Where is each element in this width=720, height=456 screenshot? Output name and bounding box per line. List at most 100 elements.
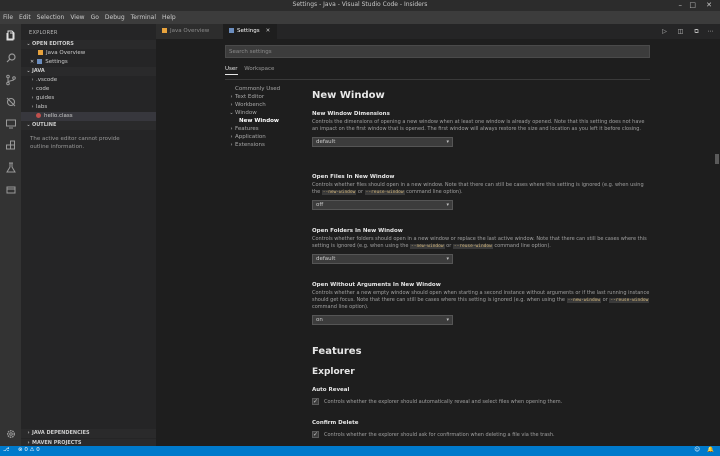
- code-flag: --new-window: [566, 298, 602, 303]
- folder-item-hello-class[interactable]: hello.class: [21, 112, 156, 121]
- debug-icon[interactable]: [3, 94, 18, 109]
- tab-settings[interactable]: Settings ✕: [223, 24, 277, 39]
- docker-icon[interactable]: [3, 182, 18, 197]
- files-icon[interactable]: [3, 28, 18, 43]
- open-without-arguments-select[interactable]: on ▾: [312, 315, 453, 325]
- close-icon[interactable]: ✕: [30, 59, 34, 65]
- code-flag: --reuse-window: [452, 244, 493, 249]
- feedback-icon[interactable]: ☺: [694, 447, 700, 453]
- code-flag: --reuse-window: [609, 298, 650, 303]
- code-flag: --reuse-window: [364, 190, 405, 195]
- test-icon[interactable]: [3, 160, 18, 175]
- settings-search-input[interactable]: Search settings: [225, 45, 650, 58]
- menu-debug[interactable]: Debug: [105, 14, 125, 21]
- confirm-delete-checkbox[interactable]: ✓: [312, 431, 319, 438]
- close-icon[interactable]: ✕: [266, 28, 271, 34]
- toc-application[interactable]: › Application: [228, 133, 308, 141]
- chevron-right-icon: ›: [230, 102, 233, 108]
- chevron-right-icon: ›: [31, 77, 34, 83]
- toc-new-window[interactable]: New Window: [228, 117, 308, 125]
- menu-selection[interactable]: Selection: [37, 14, 65, 21]
- split-editor-icon[interactable]: ◫: [676, 27, 685, 36]
- folder-item-vscode[interactable]: › .vscode: [21, 76, 156, 85]
- editor-scrollbar[interactable]: [714, 39, 720, 446]
- activity-bar: [0, 24, 21, 446]
- scrollbar-thumb[interactable]: [715, 154, 719, 164]
- setting-title: New Window Dimensions: [312, 111, 390, 117]
- auto-reveal-row: ✓ Controls whether the explorer should au…: [312, 398, 657, 405]
- setting-open-without-arguments: Open Without Arguments In New Window Con…: [312, 282, 657, 325]
- open-editor-item-java-overview[interactable]: Java Overview: [21, 49, 156, 58]
- settings-gear-icon[interactable]: [3, 426, 18, 441]
- remote-status-icon[interactable]: ⎇: [3, 447, 9, 453]
- section-heading-new-window: New Window: [312, 90, 385, 101]
- toc-extensions[interactable]: › Extensions: [228, 141, 308, 149]
- more-actions-icon[interactable]: ⋯: [706, 27, 715, 36]
- setting-title: Open Files In New Window: [312, 174, 395, 180]
- class-file-icon: [36, 113, 41, 118]
- chevron-right-icon: ›: [230, 126, 233, 132]
- minimize-button[interactable]: –: [679, 1, 683, 10]
- toc-label: Window: [235, 110, 257, 116]
- java-dependencies-header[interactable]: › JAVA DEPENDENCIES: [21, 429, 156, 438]
- menu-file[interactable]: File: [3, 14, 13, 21]
- chevron-down-icon: ▾: [446, 202, 449, 208]
- tab-label: Settings: [237, 28, 260, 34]
- extensions-icon[interactable]: [3, 138, 18, 153]
- open-folders-in-new-window-select[interactable]: default ▾: [312, 254, 453, 264]
- open-editor-item-settings[interactable]: ✕ Settings: [21, 58, 156, 67]
- toc-label: Text Editor: [235, 94, 265, 100]
- desc-text: or: [356, 189, 365, 195]
- toc-window[interactable]: ⌄Window: [228, 109, 308, 117]
- folder-item-label: code: [36, 86, 50, 92]
- run-icon[interactable]: ▷: [660, 27, 669, 36]
- menu-edit[interactable]: Edit: [19, 14, 31, 21]
- folder-header-java[interactable]: ⌄JAVA: [21, 67, 156, 76]
- outline-header[interactable]: ⌄OUTLINE: [21, 121, 156, 130]
- open-editor-label: Settings: [45, 59, 68, 65]
- settings-toc: Commonly Used › Text Editor › Workbench ⌄W…: [228, 85, 308, 149]
- toc-workbench[interactable]: › Workbench: [228, 101, 308, 109]
- chevron-down-icon: ▾: [446, 256, 449, 262]
- auto-reveal-checkbox[interactable]: ✓: [312, 398, 319, 405]
- toc-commonly-used[interactable]: Commonly Used: [228, 85, 308, 93]
- toc-features[interactable]: › Features: [228, 125, 308, 133]
- new-window-dimensions-select[interactable]: default ▾: [312, 137, 453, 147]
- source-control-icon[interactable]: [3, 72, 18, 87]
- tab-java-overview[interactable]: Java Overview: [156, 24, 223, 39]
- notifications-bell-icon[interactable]: 🔔: [707, 447, 714, 453]
- remote-explorer-icon[interactable]: [3, 116, 18, 131]
- chevron-right-icon: ›: [31, 104, 34, 110]
- setting-description: Controls whether a new empty window shou…: [312, 290, 652, 311]
- explorer-sidebar: EXPLORER ⌄OPEN EDITORS Java Overview ✕ Se…: [21, 24, 156, 448]
- search-icon[interactable]: [3, 50, 18, 65]
- menu-help[interactable]: Help: [162, 14, 176, 21]
- tab-workspace-settings[interactable]: Workspace: [244, 66, 274, 72]
- folder-item-labs[interactable]: › labs: [21, 103, 156, 112]
- folder-item-guides[interactable]: › guides: [21, 94, 156, 103]
- setting-title: Confirm Delete: [312, 420, 359, 426]
- desc-text: or: [444, 243, 453, 249]
- open-files-in-new-window-select[interactable]: off ▾: [312, 200, 453, 210]
- folder-item-code[interactable]: › code: [21, 85, 156, 94]
- menu-terminal[interactable]: Terminal: [131, 14, 156, 21]
- tab-label: Java Overview: [170, 28, 210, 34]
- tab-user-settings[interactable]: User: [225, 66, 238, 75]
- open-json-icon[interactable]: ⧉: [692, 27, 701, 36]
- menu-view[interactable]: View: [70, 14, 84, 21]
- section-heading-features: Features: [312, 346, 362, 357]
- chevron-down-icon: ⌄: [26, 68, 31, 74]
- folder-item-label: guides: [36, 95, 55, 101]
- problems-status[interactable]: ⊗ 0 ⚠ 0: [18, 447, 40, 453]
- setting-description: Controls whether folders should open in …: [312, 236, 652, 250]
- open-editors-header[interactable]: ⌄OPEN EDITORS: [21, 40, 156, 49]
- maximize-button[interactable]: □: [689, 1, 696, 10]
- toc-text-editor[interactable]: › Text Editor: [228, 93, 308, 101]
- menu-go[interactable]: Go: [91, 14, 99, 21]
- setting-confirm-delete: Confirm Delete ✓ Controls whether the exp…: [312, 420, 657, 438]
- close-window-button[interactable]: ✕: [706, 1, 712, 10]
- desc-text: command line option).: [404, 189, 463, 195]
- select-value: default: [316, 139, 336, 145]
- chevron-down-icon: ▾: [446, 139, 449, 145]
- window-title: Settings - Java - Visual Studio Code - I…: [292, 1, 428, 8]
